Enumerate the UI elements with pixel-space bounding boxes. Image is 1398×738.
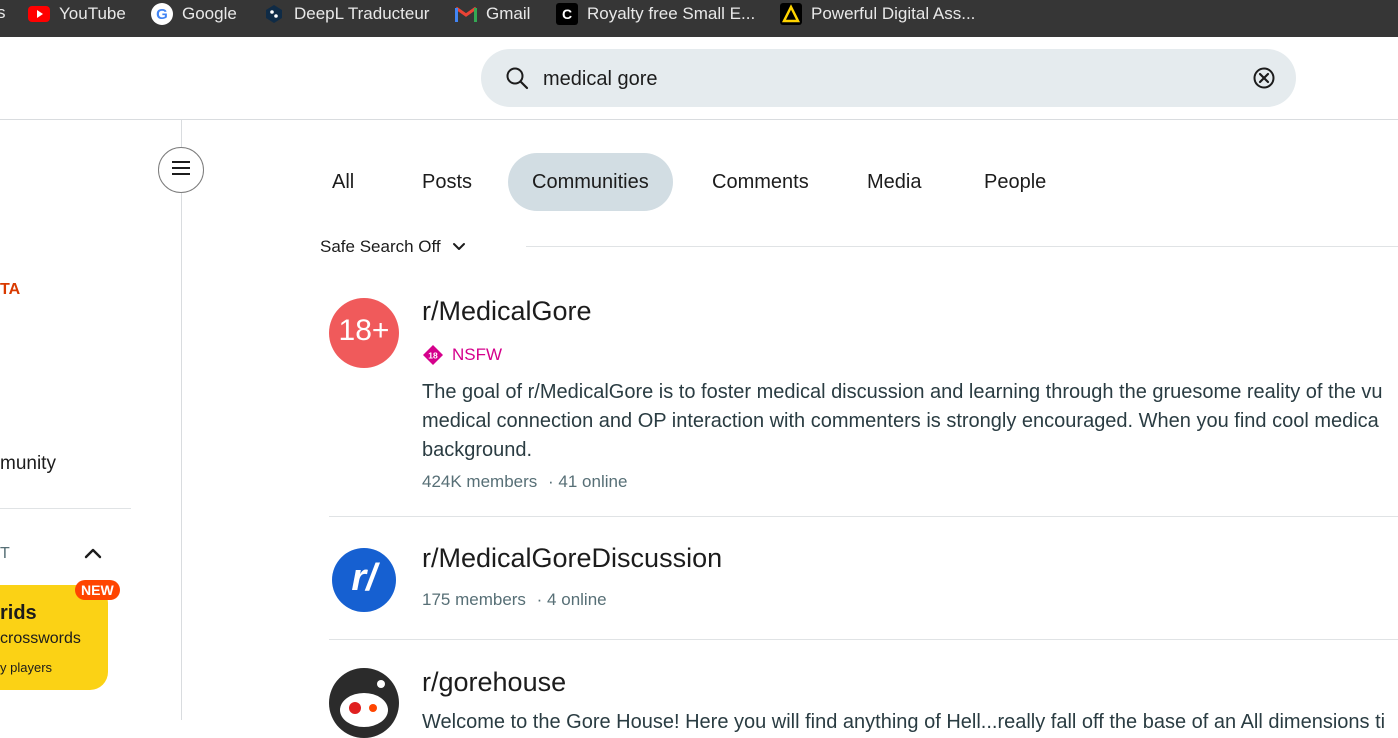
safe-search-label: Safe Search Off	[320, 237, 441, 256]
deepl-icon	[263, 3, 285, 25]
svg-text:C: C	[562, 6, 572, 22]
community-title[interactable]: r/gorehouse	[422, 667, 566, 698]
community-description: Welcome to the Gore House! Here you will…	[422, 711, 1386, 733]
sidebar-item-community[interactable]: munity	[0, 453, 56, 475]
nsfw-label: NSFW	[452, 345, 503, 364]
games-promo-card[interactable]: rids crosswords y players	[0, 585, 108, 690]
result-divider	[329, 639, 1398, 640]
community-description: The goal of r/MedicalGore is to foster m…	[422, 381, 1383, 461]
search-input[interactable]	[541, 61, 1205, 97]
bookmark-youtube[interactable]: YouTube	[28, 0, 126, 27]
bookmark-gmail[interactable]: Gmail	[455, 0, 530, 27]
promo-title: rids	[0, 602, 37, 624]
tab-comments[interactable]: Comments	[712, 153, 809, 211]
community-avatar[interactable]	[329, 668, 399, 738]
chevron-up-icon[interactable]	[82, 542, 104, 569]
nsfw-icon: 18	[422, 344, 444, 366]
tab-media[interactable]: Media	[867, 153, 921, 211]
tab-all[interactable]: All	[332, 153, 354, 211]
online-count: · 4 online	[536, 590, 607, 609]
bookmark-deepl[interactable]: DeepL Traducteur	[263, 0, 429, 27]
youtube-icon	[28, 3, 50, 25]
community-title[interactable]: r/MedicalGoreDiscussion	[422, 543, 722, 574]
search-bar[interactable]	[481, 49, 1296, 107]
community-avatar[interactable]: 18+	[329, 298, 399, 368]
svg-text:18: 18	[428, 351, 438, 361]
community-stats: 175 members · 4 online	[422, 590, 607, 610]
tab-posts[interactable]: Posts	[422, 153, 472, 211]
clear-search-icon[interactable]	[1252, 66, 1276, 95]
svg-text:G: G	[156, 6, 168, 23]
bookmark-google[interactable]: G Google	[151, 0, 237, 27]
sidebar-divider	[0, 508, 131, 509]
bookmark-royalty[interactable]: C Royalty free Small E...	[556, 0, 755, 27]
avatar-r-text: r/	[351, 557, 377, 599]
header	[0, 37, 1398, 120]
google-icon: G	[151, 2, 173, 25]
menu-icon	[171, 160, 191, 181]
member-count: 424K members	[422, 472, 538, 491]
chevron-down-icon	[451, 239, 467, 255]
community-avatar[interactable]: r/	[332, 548, 396, 612]
sidebar-toggle-button[interactable]	[158, 147, 204, 193]
snoo-avatar-icon	[329, 668, 399, 738]
search-icon	[505, 66, 529, 95]
promo-subtitle: crosswords	[0, 630, 81, 647]
member-count: 175 members	[422, 590, 526, 609]
gmail-icon	[455, 3, 477, 25]
royalty-icon: C	[556, 2, 578, 25]
bookmark-digital-assets[interactable]: Powerful Digital Ass...	[780, 0, 975, 27]
safe-search-dropdown[interactable]: Safe Search Off	[320, 237, 467, 257]
online-count: · 41 online	[548, 472, 628, 491]
community-stats: 424K members · 41 online	[422, 472, 627, 492]
new-badge: NEW	[75, 580, 120, 600]
community-title[interactable]: r/MedicalGore	[422, 296, 592, 327]
digital-assets-icon	[780, 2, 802, 25]
tab-people[interactable]: People	[984, 153, 1046, 211]
result-divider	[329, 516, 1398, 517]
bookmark-cut-label[interactable]: s	[0, 3, 6, 23]
promo-caption: y players	[0, 660, 53, 675]
filter-divider	[526, 246, 1398, 247]
sidebar-beta-label: TA	[0, 281, 21, 298]
bookmarks-bar: s YouTube G Google DeepL Traducteur Gmai…	[0, 0, 1398, 37]
avatar-18-text: 18+	[338, 314, 390, 347]
sidebar-section-label: T	[0, 545, 10, 562]
tab-communities[interactable]: Communities	[508, 153, 673, 211]
nsfw-tag: 18 NSFW	[422, 344, 502, 366]
